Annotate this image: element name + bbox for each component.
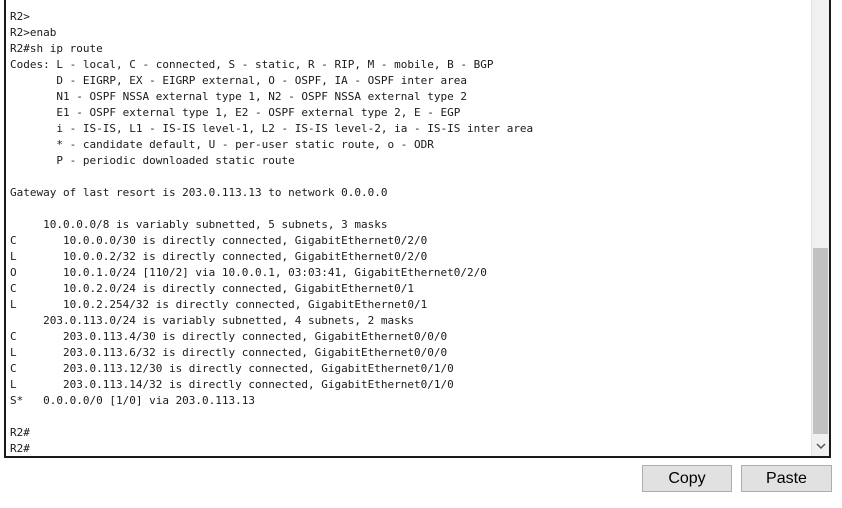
- terminal-line: R2>: [10, 10, 30, 23]
- terminal-line: Gateway of last resort is 203.0.113.13 t…: [10, 186, 388, 199]
- terminal-line: C 10.0.2.0/24 is directly connected, Gig…: [10, 282, 414, 295]
- terminal-line: R2#: [10, 426, 30, 439]
- terminal-line: 203.0.113.0/24 is variably subnetted, 4 …: [10, 314, 414, 327]
- scrollbar-thumb[interactable]: [813, 248, 828, 434]
- terminal-line: i - IS-IS, L1 - IS-IS level-1, L2 - IS-I…: [10, 122, 534, 135]
- terminal-line: S* 0.0.0.0/0 [1/0] via 203.0.113.13: [10, 394, 256, 407]
- copy-button[interactable]: Copy: [642, 465, 732, 492]
- terminal-line: C 10.0.0.0/30 is directly connected, Gig…: [10, 234, 428, 247]
- terminal-line: L 203.0.113.6/32 is directly connected, …: [10, 346, 448, 359]
- terminal-line: R2#: [10, 442, 30, 455]
- terminal-line: R2>enab: [10, 26, 57, 39]
- terminal-line: 10.0.0.0/8 is variably subnetted, 5 subn…: [10, 218, 388, 231]
- terminal-line: C 203.0.113.4/30 is directly connected, …: [10, 330, 448, 343]
- terminal-line: * - candidate default, U - per-user stat…: [10, 138, 434, 151]
- terminal-line: N1 - OSPF NSSA external type 1, N2 - OSP…: [10, 90, 467, 103]
- terminal-line: Codes: L - local, C - connected, S - sta…: [10, 58, 494, 71]
- terminal-window[interactable]: R2> R2>enab R2#sh ip route Codes: L - local…: [4, 0, 831, 458]
- terminal-line: O 10.0.1.0/24 [110/2] via 10.0.0.1, 03:0…: [10, 266, 487, 279]
- paste-button[interactable]: Paste: [741, 465, 832, 492]
- terminal-output[interactable]: R2> R2>enab R2#sh ip route Codes: L - local…: [10, 9, 807, 456]
- vertical-scrollbar[interactable]: [811, 0, 829, 456]
- scroll-down-button[interactable]: [812, 438, 829, 454]
- terminal-line: L 10.0.0.2/32 is directly connected, Gig…: [10, 250, 428, 263]
- terminal-line: C 203.0.113.12/30 is directly connected,…: [10, 362, 454, 375]
- terminal-line: P - periodic downloaded static route: [10, 154, 295, 167]
- terminal-line: L 10.0.2.254/32 is directly connected, G…: [10, 298, 428, 311]
- terminal-line: D - EIGRP, EX - EIGRP external, O - OSPF…: [10, 74, 467, 87]
- terminal-line: E1 - OSPF external type 1, E2 - OSPF ext…: [10, 106, 461, 119]
- chevron-down-icon: [816, 443, 825, 449]
- terminal-line: L 203.0.113.14/32 is directly connected,…: [10, 378, 454, 391]
- terminal-line: R2#sh ip route: [10, 42, 103, 55]
